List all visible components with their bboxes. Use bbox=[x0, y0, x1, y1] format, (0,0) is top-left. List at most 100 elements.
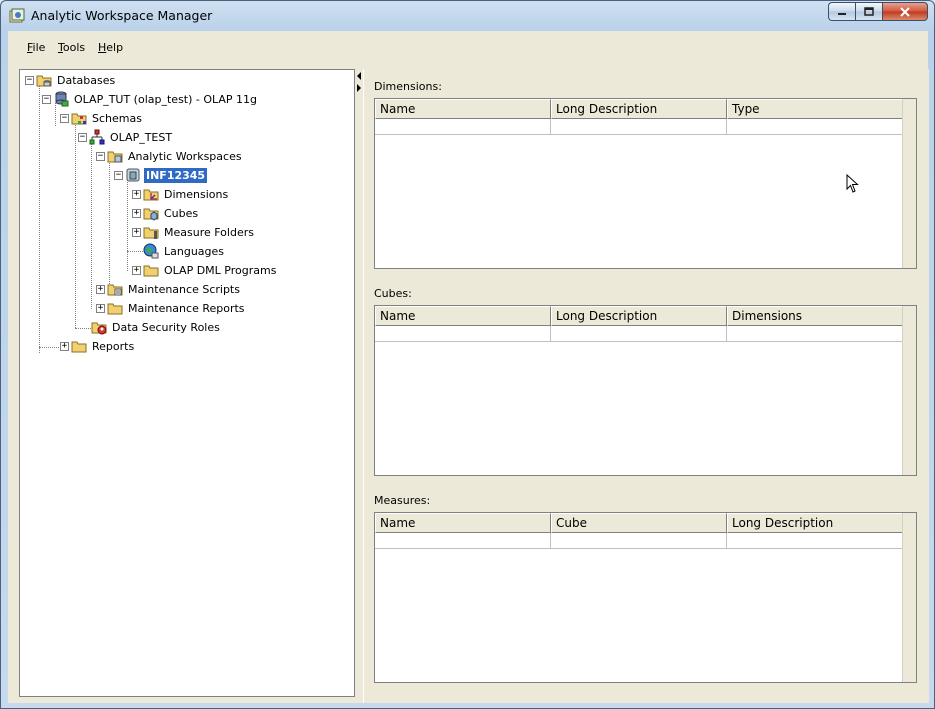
tree-line bbox=[39, 84, 40, 353]
collapse-toggle[interactable]: − bbox=[42, 95, 51, 104]
tree-node-languages[interactable]: Languages bbox=[143, 243, 226, 259]
table-row[interactable] bbox=[375, 119, 903, 135]
expand-toggle[interactable]: + bbox=[132, 190, 141, 199]
navigation-tree[interactable]: − Databases − OLAP_TUT (olap_test) - OLA… bbox=[19, 69, 355, 697]
close-button[interactable] bbox=[882, 2, 928, 21]
expand-toggle[interactable]: + bbox=[60, 342, 69, 351]
dimensions-table[interactable]: Name Long Description Type bbox=[374, 98, 917, 269]
tree-node-olap-dml-programs[interactable]: OLAP DML Programs bbox=[143, 262, 278, 278]
column-header-long-description[interactable]: Long Description bbox=[551, 99, 727, 119]
tree-node-dimensions[interactable]: Dimensions bbox=[143, 186, 230, 202]
minimize-icon bbox=[838, 12, 846, 15]
minimize-button[interactable] bbox=[828, 2, 855, 21]
table-cell[interactable] bbox=[551, 533, 727, 549]
table-cell[interactable] bbox=[551, 326, 727, 342]
table-cell[interactable] bbox=[551, 119, 727, 135]
languages-icon bbox=[143, 243, 159, 259]
tree-line bbox=[75, 122, 76, 328]
tree-node-reports[interactable]: Reports bbox=[71, 338, 136, 354]
tree-node-cubes[interactable]: Cubes bbox=[143, 205, 200, 221]
collapse-toggle[interactable]: − bbox=[78, 133, 87, 142]
collapse-toggle[interactable]: − bbox=[114, 171, 123, 180]
table-header: Name Long Description Dimensions bbox=[375, 306, 903, 326]
column-header-type[interactable]: Type bbox=[727, 99, 903, 119]
title-bar[interactable]: Analytic Workspace Manager bbox=[1, 1, 934, 31]
table-row[interactable] bbox=[375, 533, 903, 549]
menu-help-label: elp bbox=[106, 41, 124, 54]
column-header-long-description[interactable]: Long Description bbox=[727, 513, 903, 533]
collapse-toggle[interactable]: − bbox=[96, 152, 105, 161]
menu-file[interactable]: File bbox=[27, 41, 45, 54]
tree-node-data-security-roles[interactable]: Data Security Roles bbox=[91, 319, 222, 335]
tree-label: Reports bbox=[92, 339, 135, 353]
maintenance-scripts-icon bbox=[107, 284, 123, 296]
expand-toggle[interactable]: + bbox=[132, 209, 141, 218]
cubes-table[interactable]: Name Long Description Dimensions bbox=[374, 305, 917, 476]
column-header-cube[interactable]: Cube bbox=[551, 513, 727, 533]
tree-node-schemas[interactable]: Schemas bbox=[71, 110, 144, 126]
close-icon bbox=[900, 6, 910, 17]
tree-node-maintenance-reports[interactable]: Maintenance Reports bbox=[107, 300, 247, 316]
schemas-folder-icon bbox=[71, 113, 87, 125]
tree-label-selected: INF12345 bbox=[142, 166, 209, 184]
maximize-button[interactable] bbox=[855, 2, 882, 21]
table-cell[interactable] bbox=[727, 533, 903, 549]
splitter-arrows-icon[interactable] bbox=[356, 71, 362, 97]
expand-toggle[interactable]: + bbox=[132, 266, 141, 275]
tree-label: OLAP_TEST bbox=[110, 130, 173, 144]
tree-node-connection[interactable]: OLAP_TUT (olap_test) - OLAP 11g bbox=[53, 91, 259, 107]
tree-label: Dimensions bbox=[164, 187, 229, 201]
column-header-dimensions[interactable]: Dimensions bbox=[727, 306, 903, 326]
table-scroll-strip bbox=[902, 306, 916, 475]
tree-label: OLAP DML Programs bbox=[164, 263, 277, 277]
folder-icon bbox=[71, 341, 87, 353]
menu-tools[interactable]: Tools bbox=[58, 41, 85, 54]
app-icon bbox=[9, 8, 25, 23]
tree-label: Measure Folders bbox=[164, 225, 254, 239]
column-header-name[interactable]: Name bbox=[375, 513, 551, 533]
maximize-icon bbox=[864, 7, 874, 16]
tree-node-databases[interactable]: Databases bbox=[36, 72, 117, 88]
tree-node-maintenance-scripts[interactable]: Maintenance Scripts bbox=[107, 281, 242, 297]
window-title: Analytic Workspace Manager bbox=[31, 8, 213, 23]
schema-icon bbox=[89, 129, 105, 145]
tree-label: Languages bbox=[164, 244, 225, 258]
mouse-cursor-icon bbox=[846, 174, 859, 193]
tree-line bbox=[39, 347, 59, 348]
tree-label: OLAP_TUT (olap_test) - OLAP 11g bbox=[74, 92, 258, 106]
dimensions-section-label: Dimensions: bbox=[374, 80, 442, 93]
tree-node-schema[interactable]: OLAP_TEST bbox=[89, 129, 174, 145]
tree-label: Maintenance Reports bbox=[128, 301, 245, 315]
collapse-toggle[interactable]: − bbox=[25, 76, 34, 85]
expand-toggle[interactable]: + bbox=[96, 285, 105, 294]
tree-line bbox=[91, 141, 92, 309]
workspace-icon bbox=[126, 168, 140, 182]
column-header-long-description[interactable]: Long Description bbox=[551, 306, 727, 326]
column-header-name[interactable]: Name bbox=[375, 99, 551, 119]
table-cell[interactable] bbox=[375, 326, 551, 342]
table-scroll-strip bbox=[902, 513, 916, 682]
table-header: Name Long Description Type bbox=[375, 99, 903, 119]
column-header-name[interactable]: Name bbox=[375, 306, 551, 326]
table-cell[interactable] bbox=[375, 533, 551, 549]
table-cell[interactable] bbox=[375, 119, 551, 135]
expand-toggle[interactable]: + bbox=[132, 228, 141, 237]
menu-help[interactable]: Help bbox=[98, 41, 123, 54]
panel-splitter[interactable] bbox=[355, 69, 362, 697]
table-cell[interactable] bbox=[727, 326, 903, 342]
collapse-toggle[interactable]: − bbox=[60, 114, 69, 123]
expand-toggle[interactable]: + bbox=[96, 304, 105, 313]
menu-file-label: ile bbox=[32, 41, 46, 54]
table-header: Name Cube Long Description bbox=[375, 513, 903, 533]
tree-label: Schemas bbox=[92, 111, 142, 125]
tree-line bbox=[109, 160, 110, 290]
measure-folders-icon bbox=[143, 227, 159, 239]
tree-node-analytic-workspaces[interactable]: Analytic Workspaces bbox=[107, 148, 244, 164]
cubes-section-label: Cubes: bbox=[374, 287, 412, 300]
table-cell[interactable] bbox=[727, 119, 903, 135]
database-connection-icon bbox=[55, 91, 69, 107]
table-row[interactable] bbox=[375, 326, 903, 342]
measures-table[interactable]: Name Cube Long Description bbox=[374, 512, 917, 683]
tree-node-measure-folders[interactable]: Measure Folders bbox=[143, 224, 256, 240]
tree-node-workspace[interactable]: INF12345 bbox=[125, 166, 209, 184]
